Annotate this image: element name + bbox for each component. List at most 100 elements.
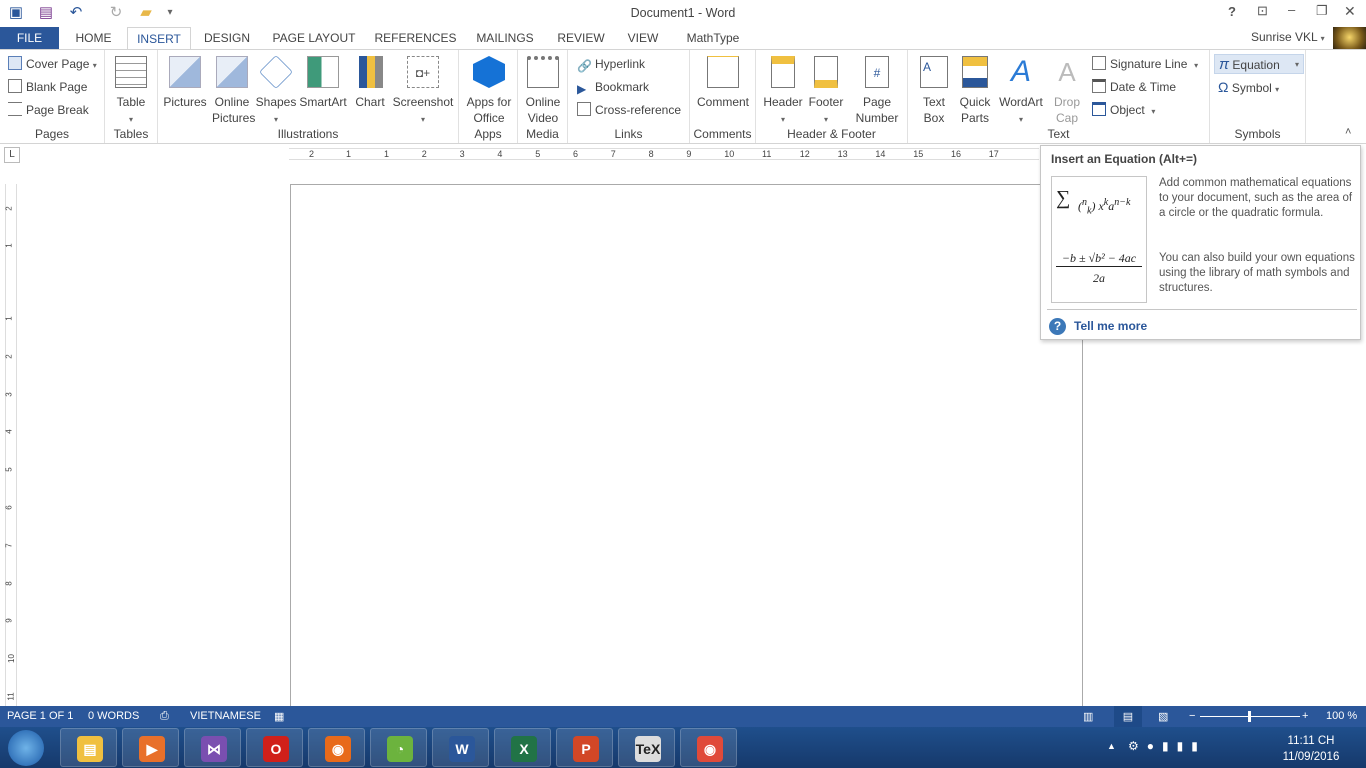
- tab-file[interactable]: FILE: [0, 27, 59, 50]
- hyperlink-button[interactable]: 🔗 Hyperlink: [577, 54, 645, 74]
- pictures-button[interactable]: Pictures: [160, 56, 210, 110]
- header-button[interactable]: Header ▾: [760, 56, 806, 128]
- bookmark-button[interactable]: ▶ Bookmark: [577, 77, 649, 97]
- clock[interactable]: 11:11 CH 11/09/2016: [1276, 733, 1346, 765]
- object-button[interactable]: Object ▾: [1092, 100, 1155, 120]
- tab-view[interactable]: VIEW: [621, 27, 665, 50]
- apps-icon: [473, 56, 505, 88]
- group-apps: Apps for Office Apps: [459, 50, 518, 143]
- date-time-button[interactable]: Date & Time: [1092, 77, 1176, 97]
- zoom-in-button[interactable]: +: [1302, 710, 1308, 722]
- start-button[interactable]: [8, 730, 44, 766]
- close-icon[interactable]: ✕: [1344, 3, 1356, 20]
- group-label: Media: [526, 127, 559, 141]
- ruler-tick-label: 7: [610, 149, 616, 159]
- print-layout-icon[interactable]: ▤: [1114, 706, 1142, 727]
- taskbar-app-tex[interactable]: TeX: [618, 728, 675, 767]
- equation-button[interactable]: π Equation ▾: [1214, 54, 1304, 74]
- show-hidden-icons[interactable]: ▲: [1107, 741, 1116, 751]
- page-number-button[interactable]: # Page Number: [848, 56, 906, 126]
- table-button[interactable]: Table ▾: [109, 56, 153, 128]
- zoom-slider-thumb[interactable]: [1248, 711, 1251, 722]
- user-name[interactable]: Sunrise VKL ▾: [1251, 30, 1325, 44]
- chart-label: Chart: [355, 95, 385, 109]
- apps-for-office-button[interactable]: Apps for Office: [461, 56, 517, 126]
- read-mode-icon[interactable]: ▥: [1083, 710, 1093, 723]
- horizontal-ruler[interactable]: 2 1 1 2 3 4 5 6 7 8 9 10 11 12 13 14 15 16 17: [289, 148, 1039, 160]
- shapes-button[interactable]: Shapes ▾: [255, 55, 297, 128]
- tray-icons[interactable]: ⚙●▮▮▮: [1128, 739, 1206, 753]
- cover-page-button[interactable]: Cover Page ▾: [8, 54, 97, 74]
- online-pictures-button[interactable]: Online Pictures: [210, 56, 255, 126]
- tab-home[interactable]: HOME: [66, 27, 121, 50]
- taskbar-app-firefox[interactable]: ◉: [308, 728, 365, 767]
- tell-me-more-link[interactable]: Tell me more: [1074, 319, 1147, 333]
- text-box-button[interactable]: A Text Box: [914, 56, 954, 126]
- restore-icon[interactable]: ❐: [1316, 3, 1328, 19]
- text-box-icon: A: [920, 56, 948, 88]
- signature-line-button[interactable]: Signature Line ▾: [1092, 54, 1198, 74]
- minimize-icon[interactable]: –: [1288, 2, 1295, 17]
- tab-selector-icon[interactable]: L: [4, 147, 20, 163]
- comment-button[interactable]: Comment: [694, 56, 752, 110]
- tab-design[interactable]: DESIGN: [198, 27, 256, 50]
- taskbar-app-word[interactable]: W: [432, 728, 489, 767]
- taskbar-app-media-player[interactable]: ▶: [122, 728, 179, 767]
- vertical-ruler[interactable]: 2 1 1 2 3 4 5 6 7 8 9 10 11: [5, 184, 17, 706]
- group-comments: Comment Comments: [690, 50, 756, 143]
- zoom-level[interactable]: 100 %: [1326, 710, 1357, 722]
- blank-page-button[interactable]: Blank Page: [8, 77, 87, 97]
- wordart-button[interactable]: A WordArt ▾: [996, 56, 1046, 128]
- symbol-button[interactable]: Ω Symbol ▾: [1218, 77, 1279, 97]
- document-page[interactable]: [290, 184, 1083, 714]
- taskbar-app-opera[interactable]: O: [246, 728, 303, 767]
- proofing-icon[interactable]: ⎙: [160, 710, 169, 723]
- drop-cap-button[interactable]: A Drop Cap: [1046, 56, 1088, 126]
- group-illustrations: Pictures Online Pictures Shapes ▾ SmartAr…: [158, 50, 459, 143]
- taskbar-app-chrome[interactable]: ◉: [680, 728, 737, 767]
- footer-button[interactable]: Footer ▾: [806, 56, 846, 128]
- page-count[interactable]: PAGE 1 OF 1: [7, 710, 73, 722]
- quick-parts-button[interactable]: Quick Parts: [954, 56, 996, 126]
- tab-review[interactable]: REVIEW: [553, 27, 609, 50]
- blank-page-icon: [8, 79, 22, 93]
- chart-button[interactable]: Chart: [350, 56, 390, 110]
- zoom-out-button[interactable]: −: [1189, 710, 1195, 722]
- help-button[interactable]: ?: [1228, 4, 1236, 19]
- cross-reference-button[interactable]: Cross-reference: [577, 100, 681, 120]
- ruler-tick-label: 8: [4, 580, 14, 586]
- tab-mailings[interactable]: MAILINGS: [470, 27, 540, 50]
- macro-icon[interactable]: ▦: [274, 710, 284, 723]
- ruler-tick-label: 6: [573, 149, 579, 159]
- taskbar-app-coc-coc[interactable]: ◔: [370, 728, 427, 767]
- group-pages: Cover Page ▾ Blank Page Page Break Pages: [0, 50, 105, 143]
- online-video-button[interactable]: Online Video: [521, 56, 565, 126]
- language[interactable]: VIETNAMESE: [190, 710, 261, 722]
- wordart-icon: A: [1010, 55, 1031, 88]
- text-box-label: Text Box: [922, 95, 945, 125]
- page-number-label: Page Number: [855, 95, 899, 125]
- taskbar-app-file-explorer[interactable]: ▤: [60, 728, 117, 767]
- taskbar-app-visual-studio[interactable]: ⋈: [184, 728, 241, 767]
- collapse-ribbon-icon[interactable]: ˄: [1345, 126, 1351, 138]
- avatar[interactable]: [1333, 27, 1366, 50]
- web-layout-icon[interactable]: ▧: [1158, 710, 1168, 723]
- word-count[interactable]: 0 WORDS: [88, 710, 139, 722]
- smartart-button[interactable]: SmartArt: [297, 56, 349, 110]
- ribbon-display-icon[interactable]: ⊡: [1257, 3, 1268, 19]
- shapes-label: Shapes: [255, 95, 297, 109]
- tab-insert[interactable]: INSERT: [127, 27, 191, 51]
- clock-time: 11:11 CH: [1287, 735, 1335, 747]
- screenshot-button[interactable]: ◘+ Screenshot ▾: [390, 56, 456, 128]
- tab-page-layout[interactable]: PAGE LAYOUT: [268, 27, 360, 50]
- quick-parts-icon: [962, 56, 988, 88]
- cross-reference-label: Cross-reference: [595, 103, 682, 117]
- ruler-tick-label: 1: [4, 316, 14, 321]
- taskbar: ▤ ▶ ⋈ O ◉ ◔ W X P TeX ◉ ▲ ⚙●▮▮▮ 11:11 CH 11/09/2016: [0, 727, 1366, 768]
- taskbar-app-powerpoint[interactable]: P: [556, 728, 613, 767]
- tab-mathtype[interactable]: MathType: [677, 27, 749, 50]
- page-break-button[interactable]: Page Break: [8, 100, 89, 120]
- tab-references[interactable]: REFERENCES: [373, 27, 458, 50]
- equation-label: Equation: [1232, 58, 1280, 72]
- taskbar-app-excel[interactable]: X: [494, 728, 551, 767]
